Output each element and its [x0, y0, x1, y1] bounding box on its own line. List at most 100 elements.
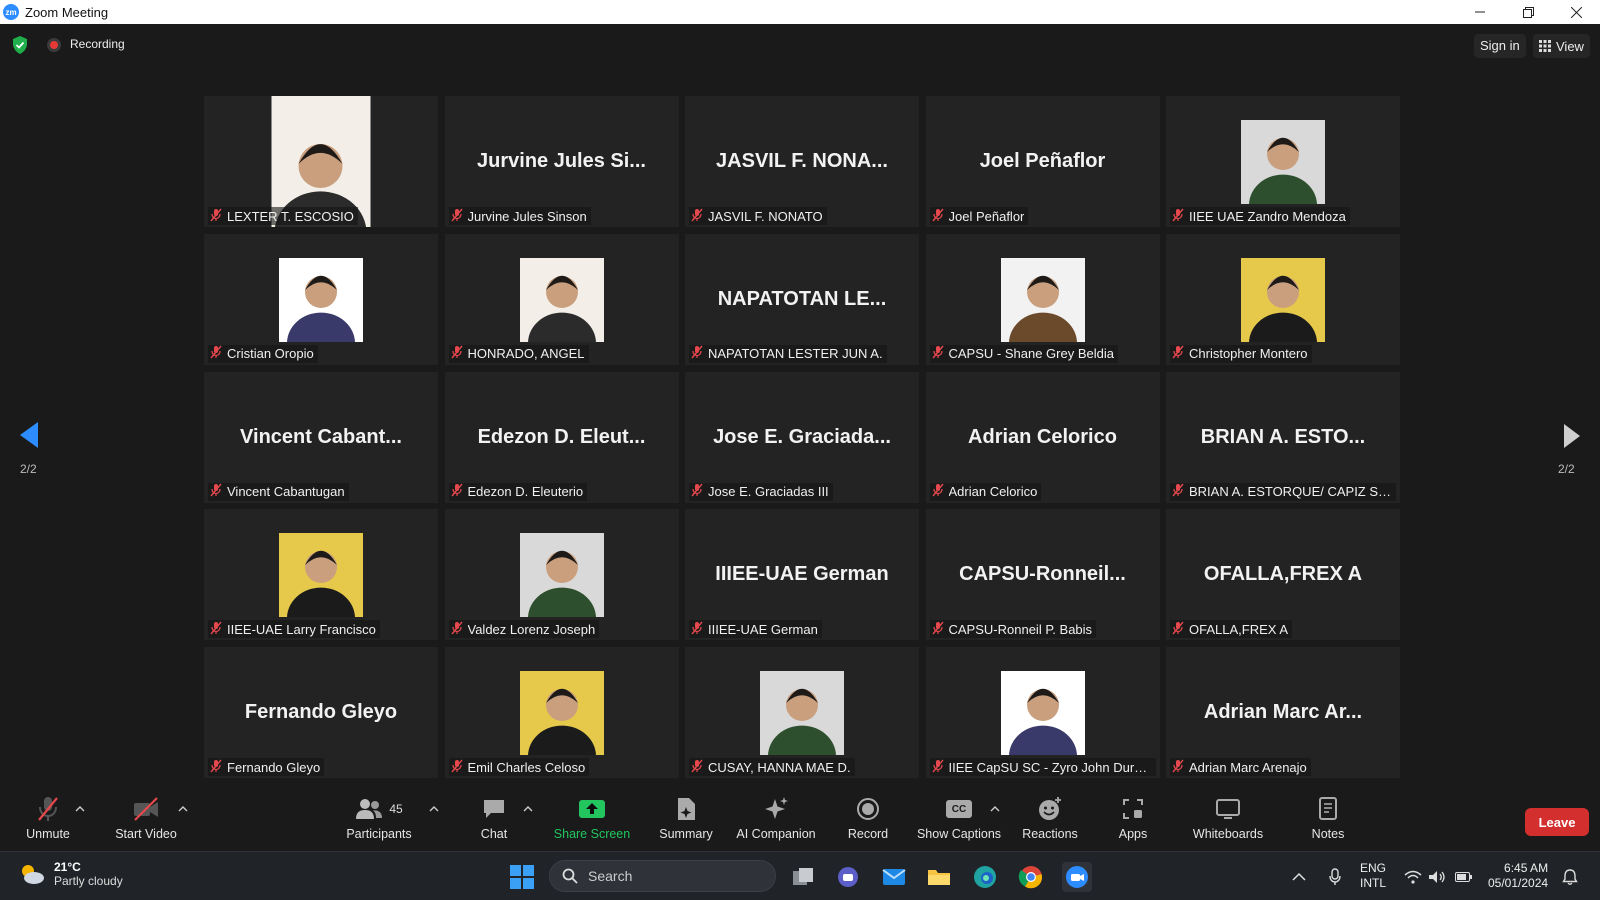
- chat-options-chevron-up-icon[interactable]: [523, 804, 533, 814]
- participants-options-chevron-up-icon[interactable]: [429, 804, 439, 814]
- participant-tile[interactable]: Jurvine Jules Si... Jurvine Jules Sinson: [444, 96, 679, 227]
- video-off-icon: [131, 794, 161, 824]
- meeting-top-bar: Recording Sign in View: [0, 24, 1600, 66]
- muted-mic-icon: [931, 759, 944, 776]
- close-button[interactable]: [1552, 0, 1600, 24]
- captions-options-chevron-up-icon[interactable]: [990, 804, 1000, 814]
- chat-button[interactable]: Chat: [474, 794, 514, 850]
- restore-button[interactable]: [1504, 0, 1552, 24]
- participant-tile[interactable]: Adrian Marc Ar... Adrian Marc Arenajo: [1166, 647, 1400, 778]
- apps-button[interactable]: Apps: [1114, 794, 1152, 850]
- participant-tile[interactable]: IIEE-UAE Larry Francisco: [204, 509, 438, 641]
- sign-in-button[interactable]: Sign in: [1474, 34, 1526, 58]
- ai-companion-button[interactable]: AI Companion: [734, 794, 818, 850]
- muted-mic-icon: [931, 345, 944, 362]
- participant-tile[interactable]: LEXTER T. ESCOSIO: [204, 96, 438, 227]
- windows-start-icon[interactable]: [510, 865, 534, 889]
- weather-widget[interactable]: 21°C Partly cloudy: [18, 860, 123, 888]
- share-screen-icon: [578, 794, 606, 824]
- audio-options-chevron-up-icon[interactable]: [75, 804, 85, 814]
- participant-name-label: Adrian Celorico: [929, 482, 1042, 501]
- participant-tile[interactable]: HONRADO, ANGEL: [444, 233, 679, 365]
- participant-photo: [279, 533, 363, 618]
- share-screen-button[interactable]: Share Screen: [552, 794, 632, 850]
- show-captions-button[interactable]: CC Show Captions: [915, 794, 1003, 850]
- participant-name-label: OFALLA,FREX A: [1170, 620, 1292, 639]
- recording-icon: [47, 38, 61, 52]
- participant-tile[interactable]: Jose E. Graciada... Jose E. Graciadas III: [685, 371, 919, 503]
- volume-icon[interactable]: [1428, 852, 1446, 900]
- ai-companion-label: AI Companion: [736, 827, 816, 841]
- zoom-taskbar-icon[interactable]: [1062, 862, 1092, 892]
- chrome-browser-icon[interactable]: [1016, 862, 1046, 892]
- leave-button[interactable]: Leave: [1525, 808, 1589, 836]
- participant-photo: [279, 257, 363, 342]
- file-explorer-icon[interactable]: [924, 862, 954, 892]
- partly-cloudy-icon: [22, 865, 44, 884]
- participant-name-label: Christopher Montero: [1170, 344, 1312, 363]
- participant-display-name: Adrian Marc Ar...: [1203, 701, 1363, 723]
- video-gallery-grid: LEXTER T. ESCOSIO Jurvine Jules Si... Jurv…: [204, 96, 1400, 778]
- participant-tile[interactable]: NAPATOTAN LE... NAPATOTAN LESTER JUN A.: [685, 233, 919, 365]
- notes-button[interactable]: Notes: [1308, 794, 1348, 850]
- wifi-icon[interactable]: [1404, 852, 1422, 900]
- participant-name-label: Cristian Oropio: [208, 344, 318, 363]
- battery-icon[interactable]: [1455, 852, 1473, 900]
- record-button[interactable]: Record: [843, 794, 893, 850]
- participant-tile[interactable]: Joel Peñaflor Joel Peñaflor: [925, 96, 1160, 227]
- participant-tile[interactable]: IIEE CapSU SC - Zyro John Durana: [925, 647, 1160, 778]
- unmute-button[interactable]: Unmute: [24, 794, 72, 850]
- minimize-button[interactable]: [1456, 0, 1504, 24]
- participants-button[interactable]: 45 Participants: [342, 794, 416, 850]
- participant-name-label: IIEE CapSU SC - Zyro John Durana: [929, 758, 1156, 776]
- participant-tile[interactable]: JASVIL F. NONA... JASVIL F. NONATO: [685, 96, 919, 227]
- participant-tile[interactable]: BRIAN A. ESTO... BRIAN A. ESTORQUE/ CAPIZ…: [1166, 371, 1400, 503]
- participant-tile[interactable]: CUSAY, HANNA MAE D.: [685, 647, 919, 778]
- next-page-arrow-icon[interactable]: [1562, 422, 1582, 455]
- edge-browser-icon[interactable]: [970, 862, 1000, 892]
- notification-bell-icon[interactable]: [1562, 852, 1578, 900]
- participant-tile[interactable]: IIIEE-UAE German IIIEE-UAE German: [685, 509, 919, 641]
- participant-tile[interactable]: CAPSU - Shane Grey Beldia: [925, 233, 1160, 365]
- teams-chat-icon[interactable]: [833, 862, 863, 892]
- encryption-shield-icon[interactable]: [12, 36, 28, 59]
- taskbar-clock[interactable]: 6:45 AM 05/01/2024: [1488, 861, 1548, 891]
- participant-tile[interactable]: Fernando Gleyo Fernando Gleyo: [204, 647, 438, 778]
- participant-tile[interactable]: Vincent Cabant... Vincent Cabantugan: [204, 371, 438, 503]
- participant-tile[interactable]: Emil Charles Celoso: [444, 647, 679, 778]
- video-options-chevron-up-icon[interactable]: [178, 804, 188, 814]
- start-video-button[interactable]: Start Video: [110, 794, 182, 850]
- participant-name-label: BRIAN A. ESTORQUE/ CAPIZ STAT...: [1170, 482, 1396, 501]
- participant-tile[interactable]: Edezon D. Eleut... Edezon D. Eleuterio: [444, 371, 679, 503]
- minimize-icon: [1475, 11, 1485, 13]
- notes-label: Notes: [1311, 827, 1345, 841]
- muted-mic-icon: [35, 794, 61, 824]
- muted-mic-icon: [691, 345, 703, 362]
- participant-tile[interactable]: Valdez Lorenz Joseph: [444, 509, 679, 641]
- task-view-icon[interactable]: [788, 862, 818, 892]
- show-hidden-icons-chevron-up-icon[interactable]: [1292, 852, 1306, 900]
- mail-icon[interactable]: [879, 862, 909, 892]
- microphone-tray-icon[interactable]: [1328, 852, 1342, 900]
- participant-tile[interactable]: OFALLA,FREX A OFALLA,FREX A: [1166, 509, 1400, 641]
- participant-name-label: JASVIL F. NONATO: [689, 207, 827, 225]
- start-video-label: Start Video: [115, 827, 177, 841]
- participant-display-name: IIIEE-UAE German: [715, 563, 889, 586]
- participant-name-label: Fernando Gleyo: [208, 758, 325, 776]
- previous-page-arrow-icon[interactable]: [18, 420, 40, 455]
- participant-tile[interactable]: Adrian Celorico Adrian Celorico: [925, 371, 1160, 503]
- reactions-button[interactable]: Reactions: [1020, 794, 1080, 850]
- input-language-indicator[interactable]: ENG INTL: [1360, 861, 1386, 891]
- participant-tile[interactable]: Christopher Montero: [1166, 233, 1400, 365]
- search-input[interactable]: [588, 868, 748, 884]
- participant-tile[interactable]: CAPSU-Ronneil... CAPSU-Ronneil P. Babis: [925, 509, 1160, 641]
- chat-bubble-icon: [482, 794, 506, 824]
- participant-tile[interactable]: Cristian Oropio: [204, 233, 438, 365]
- whiteboards-button[interactable]: Whiteboards: [1190, 794, 1266, 850]
- summary-button[interactable]: Summary: [656, 794, 716, 850]
- taskbar-search-box[interactable]: [549, 860, 776, 892]
- share-screen-label: Share Screen: [553, 827, 631, 841]
- muted-mic-icon: [450, 759, 463, 776]
- view-button[interactable]: View: [1533, 34, 1590, 58]
- participant-tile[interactable]: IIEE UAE Zandro Mendoza: [1166, 96, 1400, 227]
